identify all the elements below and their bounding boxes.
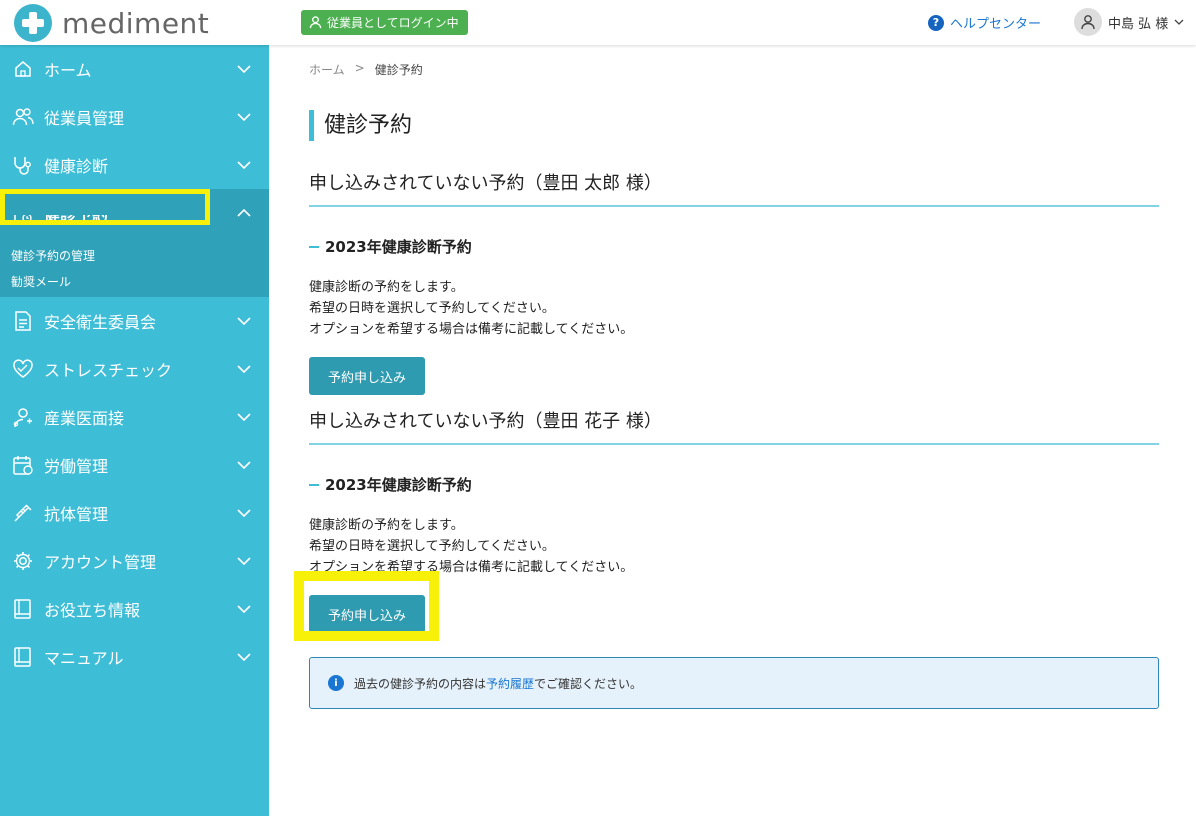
reservation-section-2: 申し込みされていない予約（豊田 花子 様） 2023年健康診断予約 健康診断の予…	[309, 407, 1159, 633]
chevron-down-icon	[237, 365, 251, 374]
section-title: 申し込みされていない予約（豊田 太郎 様）	[309, 169, 1159, 207]
section-subtitle: 2023年健康診断予約	[309, 474, 1159, 495]
info-text-after: でご確認ください。	[534, 676, 643, 691]
section-description: 健康診断の予約をします。 希望の日時を選択して予約してください。 オプションを希…	[309, 277, 1159, 340]
sidebar-item-stress-check[interactable]: ストレスチェック	[0, 345, 269, 393]
info-icon: i	[328, 675, 344, 691]
description-line: 健康診断の予約をします。	[309, 280, 464, 295]
heart-icon	[12, 358, 34, 380]
breadcrumb-home[interactable]: ホーム	[309, 61, 345, 78]
chevron-down-icon	[237, 413, 251, 422]
chevron-down-icon	[237, 605, 251, 614]
doctor-icon	[12, 406, 34, 428]
chevron-down-icon	[237, 65, 251, 74]
sidebar-item-useful-info[interactable]: お役立ち情報	[0, 585, 269, 633]
avatar	[1074, 8, 1102, 36]
apply-reservation-button[interactable]: 予約申し込み	[309, 357, 425, 395]
gear-icon	[12, 550, 34, 572]
info-notice: i 過去の健診予約の内容は予約履歴でご確認ください。	[309, 657, 1159, 709]
sidebar-item-label: ホーム	[44, 61, 92, 80]
logo[interactable]: mediment	[14, 4, 209, 42]
submenu-item-manage-reservations[interactable]: 健診予約の管理	[11, 247, 95, 264]
section-subtitle: 2023年健康診断予約	[309, 236, 1159, 257]
sidebar-item-labor-management[interactable]: 労働管理	[0, 441, 269, 489]
info-text: 過去の健診予約の内容は予約履歴でご確認ください。	[354, 675, 642, 692]
chevron-down-icon	[237, 557, 251, 566]
breadcrumb-current: 健診予約	[374, 63, 423, 77]
book-icon	[12, 598, 34, 620]
chevron-up-icon	[237, 208, 251, 217]
submenu-item-reminder-mail[interactable]: 勧奨メール	[11, 273, 71, 290]
sidebar-item-label: 安全衛生委員会	[44, 313, 157, 332]
sidebar-item-label: マニュアル	[44, 649, 124, 668]
sidebar-item-home[interactable]: ホーム	[0, 45, 269, 93]
stethoscope-icon	[12, 154, 34, 176]
main-content: ホーム > 健診予約 健診予約 申し込みされていない予約（豊田 太郎 様） 20…	[269, 45, 1196, 816]
chevron-down-icon	[237, 317, 251, 326]
chevron-down-icon	[237, 509, 251, 518]
clipboard-icon	[12, 202, 34, 224]
chevron-down-icon	[237, 161, 251, 170]
login-badge-label: 従業員としてログイン中	[327, 16, 459, 30]
sidebar-item-label: 健康診断	[44, 157, 109, 176]
book-icon	[12, 646, 34, 668]
chevron-down-icon	[237, 653, 251, 662]
sidebar-item-label: ストレスチェック	[44, 361, 173, 380]
sidebar-item-safety-committee[interactable]: 安全衛生委員会	[0, 297, 269, 345]
description-line: オプションを希望する場合は備考に記載してください。	[309, 322, 634, 337]
section-title: 申し込みされていない予約（豊田 花子 様）	[309, 407, 1159, 445]
description-line: 健康診断の予約をします。	[309, 518, 464, 533]
chevron-down-icon	[1174, 19, 1184, 25]
chevron-down-icon	[237, 113, 251, 122]
help-label: ヘルプセンター	[950, 17, 1042, 32]
page-title: 健診予約	[309, 110, 412, 141]
sidebar-submenu: 健診予約の管理 勧奨メール	[0, 237, 269, 297]
users-icon	[12, 106, 34, 128]
user-avatar-icon	[1081, 15, 1095, 30]
logo-text: mediment	[62, 6, 210, 40]
sidebar-item-employees[interactable]: 従業員管理	[0, 93, 269, 141]
sidebar-item-label: 抗体管理	[44, 505, 109, 524]
sidebar-item-label: 従業員管理	[44, 109, 125, 128]
sidebar-item-manual[interactable]: マニュアル	[0, 633, 269, 681]
sidebar-item-antibody-management[interactable]: 抗体管理	[0, 489, 269, 537]
help-center-link[interactable]: ? ヘルプセンター	[928, 13, 1041, 32]
breadcrumb: ホーム > 健診予約	[309, 61, 423, 78]
description-line: 希望の日時を選択して予約してください。	[309, 539, 555, 554]
reservation-history-link[interactable]: 予約履歴	[486, 677, 534, 691]
calendar-icon	[12, 454, 34, 476]
description-line: 希望の日時を選択して予約してください。	[309, 301, 555, 316]
user-menu[interactable]: 中島 弘 様	[1074, 8, 1184, 36]
user-icon	[309, 16, 322, 29]
home-icon	[12, 58, 34, 80]
apply-reservation-button[interactable]: 予約申し込み	[309, 595, 425, 633]
reservation-section-1: 申し込みされていない予約（豊田 太郎 様） 2023年健康診断予約 健康診断の予…	[309, 169, 1159, 395]
sidebar-item-label: アカウント管理	[44, 553, 157, 572]
sidebar-item-checkup-reservation[interactable]: 健診予約	[0, 189, 269, 237]
info-text-before: 過去の健診予約の内容は	[354, 676, 487, 691]
sidebar: ホーム 従業員管理 健康診断 健診予約 健診予約の管理 勧奨メール 安全衛生委員…	[0, 45, 269, 816]
sidebar-item-doctor-interview[interactable]: 産業医面接	[0, 393, 269, 441]
sidebar-item-label: 健診予約	[44, 205, 109, 224]
login-status-badge: 従業員としてログイン中	[301, 10, 468, 35]
sidebar-item-label: 労働管理	[44, 457, 109, 476]
sidebar-item-label: お役立ち情報	[44, 601, 141, 620]
section-description: 健康診断の予約をします。 希望の日時を選択して予約してください。 オプションを希…	[309, 515, 1159, 578]
breadcrumb-separator: >	[354, 61, 365, 75]
logo-plus-icon	[14, 4, 52, 42]
document-icon	[12, 310, 34, 332]
sidebar-item-health-checkup[interactable]: 健康診断	[0, 141, 269, 189]
description-line: オプションを希望する場合は備考に記載してください。	[309, 560, 634, 575]
help-icon: ?	[928, 14, 944, 31]
sidebar-item-account-management[interactable]: アカウント管理	[0, 537, 269, 585]
sidebar-item-label: 産業医面接	[44, 409, 125, 428]
user-name: 中島 弘 様	[1108, 16, 1169, 32]
chevron-down-icon	[237, 461, 251, 470]
syringe-icon	[12, 502, 34, 524]
top-header: mediment 従業員としてログイン中 ? ヘルプセンター 中島 弘 様	[0, 0, 1196, 45]
